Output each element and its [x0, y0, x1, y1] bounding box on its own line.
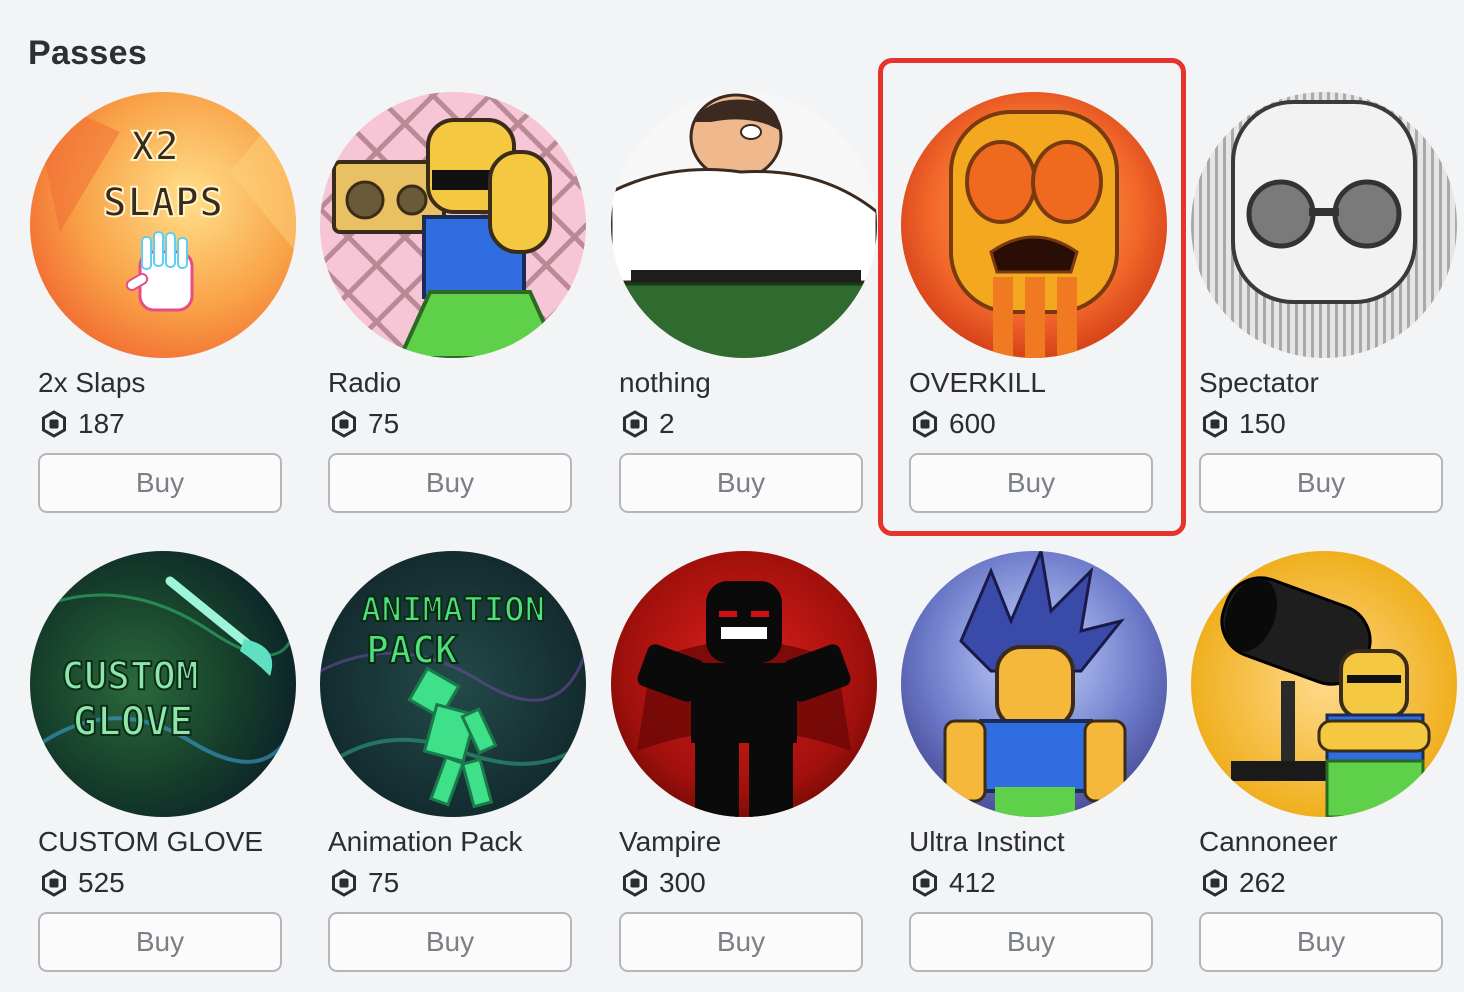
- pass-price: 75: [368, 408, 400, 439]
- slaps-text-line2: SLAPS: [103, 180, 223, 226]
- pass-card-radio[interactable]: Radio 75 Buy: [320, 92, 590, 532]
- pass-price: 262: [1239, 867, 1286, 898]
- pass-price: 600: [949, 408, 996, 439]
- pass-thumbnail-custom-glove[interactable]: CUSTOM GLOVE: [30, 551, 296, 817]
- pass-price: 525: [78, 867, 125, 898]
- pass-thumbnail-vampire[interactable]: [611, 551, 877, 817]
- pass-name: Radio: [328, 367, 402, 398]
- price-row: 262: [1201, 866, 1286, 900]
- pass-card-overkill[interactable]: OVERKILL 600 Buy: [901, 92, 1171, 532]
- pass-price: 412: [949, 867, 996, 898]
- pass-name: CUSTOM GLOVE: [38, 826, 264, 857]
- price-row: 187: [40, 407, 125, 441]
- pass-thumbnail-spectator[interactable]: [1191, 92, 1457, 358]
- pass-name: nothing: [619, 367, 711, 398]
- pass-card-spectator[interactable]: Spectator 150 Buy: [1191, 92, 1461, 532]
- pass-price: 2: [659, 408, 675, 439]
- buy-button[interactable]: Buy: [619, 453, 863, 513]
- glove-text-line1: CUSTOM: [61, 654, 198, 698]
- pass-thumbnail-ultra-instinct[interactable]: [901, 551, 1167, 817]
- pass-name: OVERKILL: [909, 367, 1046, 398]
- pass-name: Cannoneer: [1199, 826, 1338, 857]
- robux-icon: [621, 869, 649, 897]
- price-row: 2: [621, 407, 675, 441]
- pass-name: Spectator: [1199, 367, 1319, 398]
- price-row: 600: [911, 407, 996, 441]
- pass-thumbnail-radio[interactable]: [320, 92, 586, 358]
- robux-icon: [1201, 410, 1229, 438]
- pass-name: Animation Pack: [328, 826, 523, 857]
- pass-price: 75: [368, 867, 400, 898]
- pass-thumbnail-cannoneer[interactable]: [1191, 551, 1457, 817]
- price-row: 75: [330, 866, 399, 900]
- passes-page: Passes X2 SLAPS 2x Slaps 187 Buy Radio 7…: [0, 0, 1464, 992]
- slaps-text-line1: X2: [131, 124, 179, 170]
- pass-name: 2x Slaps: [38, 367, 146, 398]
- robux-icon: [911, 869, 939, 897]
- robux-icon: [621, 410, 649, 438]
- pass-thumbnail-2x-slaps[interactable]: X2 SLAPS: [30, 92, 296, 358]
- pass-card-cannoneer[interactable]: Cannoneer 262 Buy: [1191, 551, 1461, 991]
- pass-name: Ultra Instinct: [909, 826, 1065, 857]
- buy-button[interactable]: Buy: [328, 453, 572, 513]
- price-row: 300: [621, 866, 706, 900]
- pass-price: 300: [659, 867, 706, 898]
- buy-button[interactable]: Buy: [619, 912, 863, 972]
- pass-card-nothing[interactable]: nothing 2 Buy: [611, 92, 881, 532]
- pass-price: 150: [1239, 408, 1286, 439]
- buy-button[interactable]: Buy: [38, 453, 282, 513]
- robux-icon: [911, 410, 939, 438]
- price-row: 75: [330, 407, 399, 441]
- robux-icon: [1201, 869, 1229, 897]
- price-row: 150: [1201, 407, 1286, 441]
- robux-icon: [330, 869, 358, 897]
- pass-price: 187: [78, 408, 125, 439]
- buy-button[interactable]: Buy: [909, 453, 1153, 513]
- buy-button[interactable]: Buy: [909, 912, 1153, 972]
- pass-card-2x-slaps[interactable]: X2 SLAPS 2x Slaps 187 Buy: [30, 92, 300, 532]
- robux-icon: [40, 410, 68, 438]
- pass-thumbnail-animation-pack[interactable]: ANIMATION PACK: [320, 551, 586, 817]
- buy-button[interactable]: Buy: [38, 912, 282, 972]
- pass-card-vampire[interactable]: Vampire 300 Buy: [611, 551, 881, 991]
- buy-button[interactable]: Buy: [328, 912, 572, 972]
- masked-face-icon: [1231, 100, 1417, 304]
- robux-icon: [40, 869, 68, 897]
- glove-text-line2: GLOVE: [73, 699, 193, 745]
- price-row: 525: [40, 866, 125, 900]
- anim-text-line1: ANIMATION: [361, 590, 545, 630]
- buy-button[interactable]: Buy: [1199, 912, 1443, 972]
- pass-thumbnail-overkill[interactable]: [901, 92, 1167, 358]
- buy-button[interactable]: Buy: [1199, 453, 1443, 513]
- pass-name: Vampire: [619, 826, 722, 857]
- price-row: 412: [911, 866, 996, 900]
- pass-thumbnail-nothing[interactable]: [611, 92, 877, 358]
- robux-icon: [330, 410, 358, 438]
- pass-card-ultra-instinct[interactable]: Ultra Instinct 412 Buy: [901, 551, 1171, 991]
- section-title: Passes: [28, 34, 148, 72]
- anim-text-line2: PACK: [366, 628, 458, 672]
- pass-card-animation-pack[interactable]: ANIMATION PACK Animation Pack 75 Buy: [320, 551, 590, 991]
- pass-card-custom-glove[interactable]: CUSTOM GLOVE CUSTOM GLOVE 525 Buy: [30, 551, 300, 991]
